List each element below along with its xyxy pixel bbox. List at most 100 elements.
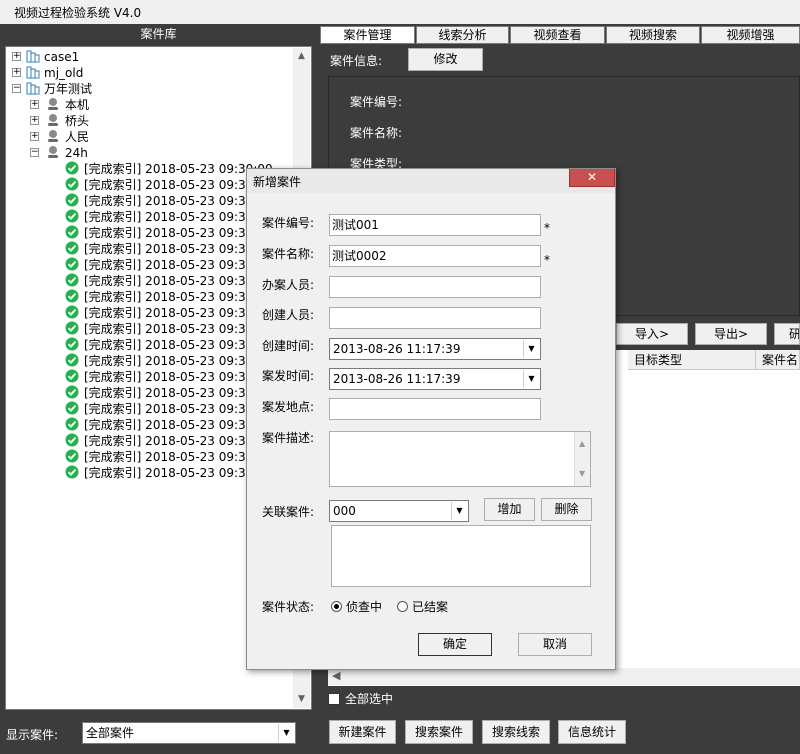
camera-name: 24h xyxy=(65,146,88,160)
tree-index-item[interactable]: [完成索引] 2018-05-23 09:30 xyxy=(65,257,253,273)
tree-case-item[interactable]: case1 xyxy=(26,49,79,65)
tab-case-management[interactable]: 案件管理 xyxy=(320,26,415,44)
checkmark-icon xyxy=(65,209,79,223)
grid-hscrollbar[interactable]: ◀ xyxy=(328,668,800,685)
tree-index-item[interactable]: [完成索引] 2018-05-23 09:30 xyxy=(65,449,253,465)
tree-index-item[interactable]: [完成索引] 2018-05-23 09:30:00 xyxy=(65,161,273,177)
tree-index-item[interactable]: [完成索引] 2018-05-23 09:30 xyxy=(65,417,253,433)
checkmark-icon xyxy=(65,465,79,479)
expand-icon[interactable]: + xyxy=(12,68,21,77)
tree-index-item[interactable]: [完成索引] 2018-05-23 09:30 xyxy=(65,385,253,401)
related-case-select[interactable]: 000 ▼ xyxy=(329,500,469,522)
search-case-button[interactable]: 搜索案件 xyxy=(405,720,473,744)
tree-index-item[interactable]: [完成索引] 2018-05-23 09:30 xyxy=(65,353,253,369)
grid-header-case-name[interactable]: 案件名 xyxy=(756,350,800,370)
case-name-input[interactable]: 测试0002 xyxy=(329,245,541,267)
display-case-select[interactable]: 全部案件 ▼ xyxy=(82,722,296,744)
tree-index-item[interactable]: [完成索引] 2018-05-23 09:30 xyxy=(65,465,253,481)
search-clue-button[interactable]: 搜索线索 xyxy=(482,720,550,744)
tab-video-view[interactable]: 视频查看 xyxy=(510,26,605,44)
delete-related-button[interactable]: 删除 xyxy=(541,498,592,521)
radio-unchecked-icon[interactable] xyxy=(397,601,408,612)
related-case-list[interactable] xyxy=(331,525,591,587)
checkmark-icon xyxy=(65,337,79,351)
select-all-label: 全部选中 xyxy=(345,692,394,706)
index-item-label: [完成索引] 2018-05-23 09:30 xyxy=(84,274,254,288)
checkmark-icon xyxy=(65,193,79,207)
created-time-picker[interactable]: 2013-08-26 11:17:39 ▼ xyxy=(329,338,541,360)
tab-clue-analysis[interactable]: 线索分析 xyxy=(416,26,509,44)
description-label: 案件描述: xyxy=(262,431,315,445)
tree-index-item[interactable]: [完成索引] 2018-05-23 09:30 xyxy=(65,273,253,289)
cancel-button[interactable]: 取消 xyxy=(518,633,592,656)
description-textarea[interactable]: ▲ ▼ xyxy=(329,431,591,487)
scroll-up-icon[interactable]: ▲ xyxy=(579,434,585,454)
tree-index-item[interactable]: [完成索引] 2018-05-23 09:30 xyxy=(65,193,253,209)
tree-index-item[interactable]: [完成索引] 2018-05-23 09:30 xyxy=(65,209,253,225)
scroll-left-icon[interactable]: ◀ xyxy=(332,669,340,682)
collapse-icon[interactable]: − xyxy=(30,148,39,157)
import-button[interactable]: 导入> xyxy=(616,323,688,345)
tree-index-item[interactable]: [完成索引] 2018-05-23 09:30 xyxy=(65,241,253,257)
select-all-checkbox[interactable] xyxy=(328,693,340,705)
chevron-down-icon[interactable]: ▼ xyxy=(451,502,467,520)
statistics-button[interactable]: 信息统计 xyxy=(558,720,626,744)
scroll-up-icon[interactable]: ▲ xyxy=(293,48,310,65)
index-item-label: [完成索引] 2018-05-23 09:30 xyxy=(84,210,254,224)
radio-checked-icon[interactable] xyxy=(331,601,342,612)
index-item-label: [完成索引] 2018-05-23 09:30 xyxy=(84,370,254,384)
incident-time-value: 2013-08-26 11:17:39 xyxy=(333,372,461,386)
edit-button[interactable]: 修改 xyxy=(408,48,483,71)
grid-header-target-type[interactable]: 目标类型 xyxy=(628,350,756,370)
chevron-down-icon[interactable]: ▼ xyxy=(278,724,294,742)
status-investigating-option[interactable]: 侦查中 xyxy=(331,598,382,615)
tree-camera-item[interactable]: 24h xyxy=(46,145,88,161)
tree-camera-item[interactable]: 桥头 xyxy=(46,113,89,129)
tree-case-item[interactable]: mj_old xyxy=(26,65,83,81)
location-input[interactable] xyxy=(329,398,541,420)
case-info-label: 案件信息: xyxy=(330,54,383,68)
creator-input[interactable] xyxy=(329,307,541,329)
tree-index-item[interactable]: [完成索引] 2018-05-23 09:30 xyxy=(65,289,253,305)
handler-label: 办案人员: xyxy=(262,278,315,292)
chevron-down-icon[interactable]: ▼ xyxy=(523,370,539,388)
chevron-down-icon[interactable]: ▼ xyxy=(523,340,539,358)
index-item-label: [完成索引] 2018-05-23 09:30 xyxy=(84,434,254,448)
tree-index-item[interactable]: [完成索引] 2018-05-23 09:30 xyxy=(65,177,253,193)
camera-name: 人民 xyxy=(65,130,90,144)
tree-camera-item[interactable]: 本机 xyxy=(46,97,89,113)
tree-index-item[interactable]: [完成索引] 2018-05-23 09:30 xyxy=(65,401,253,417)
expand-icon[interactable]: + xyxy=(30,100,39,109)
tree-index-item[interactable]: [完成索引] 2018-05-23 09:30 xyxy=(65,433,253,449)
case-no-input[interactable]: 测试001 xyxy=(329,214,541,236)
expand-icon[interactable]: + xyxy=(30,132,39,141)
expand-icon[interactable]: + xyxy=(12,52,21,61)
export-button[interactable]: 导出> xyxy=(695,323,767,345)
tree-index-item[interactable]: [完成索引] 2018-05-23 09:30 xyxy=(65,369,253,385)
case-name: 万年测试 xyxy=(44,82,93,96)
collapse-icon[interactable]: − xyxy=(12,84,21,93)
tree-index-item[interactable]: [完成索引] 2018-05-23 09:30 xyxy=(65,337,253,353)
tab-video-search[interactable]: 视频搜索 xyxy=(606,26,700,44)
incident-time-picker[interactable]: 2013-08-26 11:17:39 ▼ xyxy=(329,368,541,390)
status-closed-option[interactable]: 已结案 xyxy=(397,598,448,615)
tree-index-item[interactable]: [完成索引] 2018-05-23 09:30 xyxy=(65,225,253,241)
tree-index-item[interactable]: [完成索引] 2018-05-23 09:30 xyxy=(65,321,253,337)
app-title: 视频过程检验系统 V4.0 xyxy=(14,6,142,20)
description-scrollbar[interactable]: ▲ ▼ xyxy=(574,432,590,486)
tree-index-item[interactable]: [完成索引] 2018-05-23 09:30 xyxy=(65,305,253,321)
ok-button[interactable]: 确定 xyxy=(418,633,492,656)
handler-input[interactable] xyxy=(329,276,541,298)
tree-camera-item[interactable]: 人民 xyxy=(46,129,89,145)
close-icon[interactable]: ✕ xyxy=(569,169,615,187)
scroll-down-icon[interactable]: ▼ xyxy=(579,464,585,484)
more-toolbar-button[interactable]: 研 xyxy=(774,323,800,345)
expand-icon[interactable]: + xyxy=(30,116,39,125)
tab-video-enhance[interactable]: 视频增强 xyxy=(701,26,800,44)
tree-case-item[interactable]: 万年测试 xyxy=(26,81,92,97)
scroll-down-icon[interactable]: ▼ xyxy=(293,691,310,708)
new-case-button[interactable]: 新建案件 xyxy=(329,720,396,744)
dialog-titlebar[interactable]: 新增案件 xyxy=(247,169,615,193)
select-all[interactable]: 全部选中 xyxy=(328,690,393,706)
add-related-button[interactable]: 增加 xyxy=(484,498,535,521)
